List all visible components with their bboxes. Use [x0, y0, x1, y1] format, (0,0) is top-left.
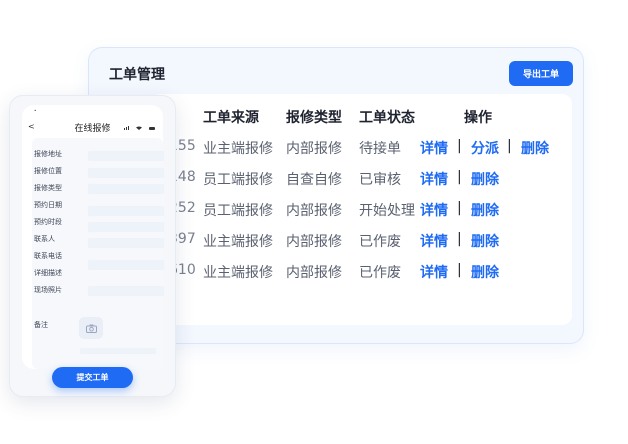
order-source: 业主端报修 [203, 141, 273, 157]
order-source: 员工端报修 [203, 203, 273, 219]
action-separator: | [457, 262, 462, 278]
field-label: 联系人 [34, 235, 55, 243]
order-status: 已作废 [359, 234, 401, 250]
repair-type-select[interactable] [88, 184, 164, 194]
detail-link[interactable]: 详情 [420, 231, 448, 251]
submit-order-button[interactable]: 提交工单 [52, 367, 133, 388]
delete-link[interactable]: 删除 [521, 138, 549, 158]
order-type: 内部报修 [286, 265, 342, 281]
order-source: 业主端报修 [203, 234, 273, 250]
field-label: 报修位置 [34, 167, 62, 175]
action-separator: | [507, 138, 512, 154]
table-row: 155 业主端报修 内部报修 待接单 详情 | 分派 | 删除 [151, 138, 572, 158]
status-bar-dot: • [34, 108, 37, 113]
detail-link[interactable]: 详情 [420, 169, 448, 189]
table-row: 252 员工端报修 内部报修 开始处理 详情 | 删除 [151, 200, 572, 220]
order-status: 待接单 [359, 141, 401, 157]
field-label: 预约日期 [34, 201, 62, 209]
delete-link[interactable]: 删除 [471, 200, 499, 220]
field-label: 报修地址 [34, 150, 62, 158]
date-picker[interactable] [88, 206, 164, 216]
timeslot-select[interactable] [88, 222, 164, 232]
camera-icon [85, 324, 97, 333]
order-type: 内部报修 [286, 141, 342, 157]
export-button[interactable]: 导出工单 [509, 61, 573, 86]
phone-mockup: • < 在线报修 报修地址 报修位置 报修类型 预约日期 预约时段 联系人 联系… [9, 95, 176, 397]
detail-link[interactable]: 详情 [420, 200, 448, 220]
field-label: 联系电话 [34, 252, 62, 260]
order-type: 自查自修 [286, 172, 342, 188]
field-label: 备注 [34, 321, 48, 329]
table-row: 148 员工端报修 自查自修 已审核 详情 | 删除 [151, 169, 572, 189]
contact-input[interactable] [88, 238, 164, 248]
field-label: 预约时段 [34, 218, 62, 226]
status-icons [123, 111, 155, 130]
location-input[interactable] [88, 168, 164, 178]
column-header-status: 工单状态 [359, 110, 415, 126]
assign-link[interactable]: 分派 [471, 138, 499, 158]
table-row: 610 业主端报修 内部报修 已作废 详情 | 删除 [151, 262, 572, 282]
detail-link[interactable]: 详情 [420, 262, 448, 282]
order-type: 内部报修 [286, 203, 342, 219]
address-input[interactable] [88, 151, 164, 161]
order-source: 员工端报修 [203, 172, 273, 188]
phone-title: 在线报修 [74, 124, 111, 134]
delete-link[interactable]: 删除 [471, 231, 499, 251]
camera-button[interactable] [79, 317, 103, 339]
action-separator: | [457, 231, 462, 247]
table-row: 397 业主端报修 内部报修 已作废 详情 | 删除 [151, 231, 572, 251]
delete-link[interactable]: 删除 [471, 262, 499, 282]
detail-link[interactable]: 详情 [420, 138, 448, 158]
field-label: 报修类型 [34, 184, 62, 192]
action-separator: | [457, 138, 462, 154]
order-status: 已审核 [359, 172, 401, 188]
order-type: 内部报修 [286, 234, 342, 250]
phone-input[interactable] [88, 260, 164, 270]
order-source: 业主端报修 [203, 265, 273, 281]
photo-upload[interactable] [88, 286, 164, 296]
page-title: 工单管理 [109, 67, 165, 83]
field-label: 现场照片 [34, 286, 62, 294]
note-input[interactable] [80, 348, 156, 354]
column-header-source: 工单来源 [203, 110, 259, 126]
column-header-actions: 操作 [464, 110, 492, 126]
action-separator: | [457, 200, 462, 216]
column-header-type: 报修类型 [286, 110, 342, 126]
order-status: 开始处理 [359, 203, 415, 219]
order-status: 已作废 [359, 265, 401, 281]
field-label: 详细描述 [34, 269, 62, 277]
work-order-table: 工单来源 报修类型 工单状态 操作 155 业主端报修 内部报修 待接单 详情 … [151, 94, 572, 325]
delete-link[interactable]: 删除 [471, 169, 499, 189]
action-separator: | [457, 169, 462, 185]
